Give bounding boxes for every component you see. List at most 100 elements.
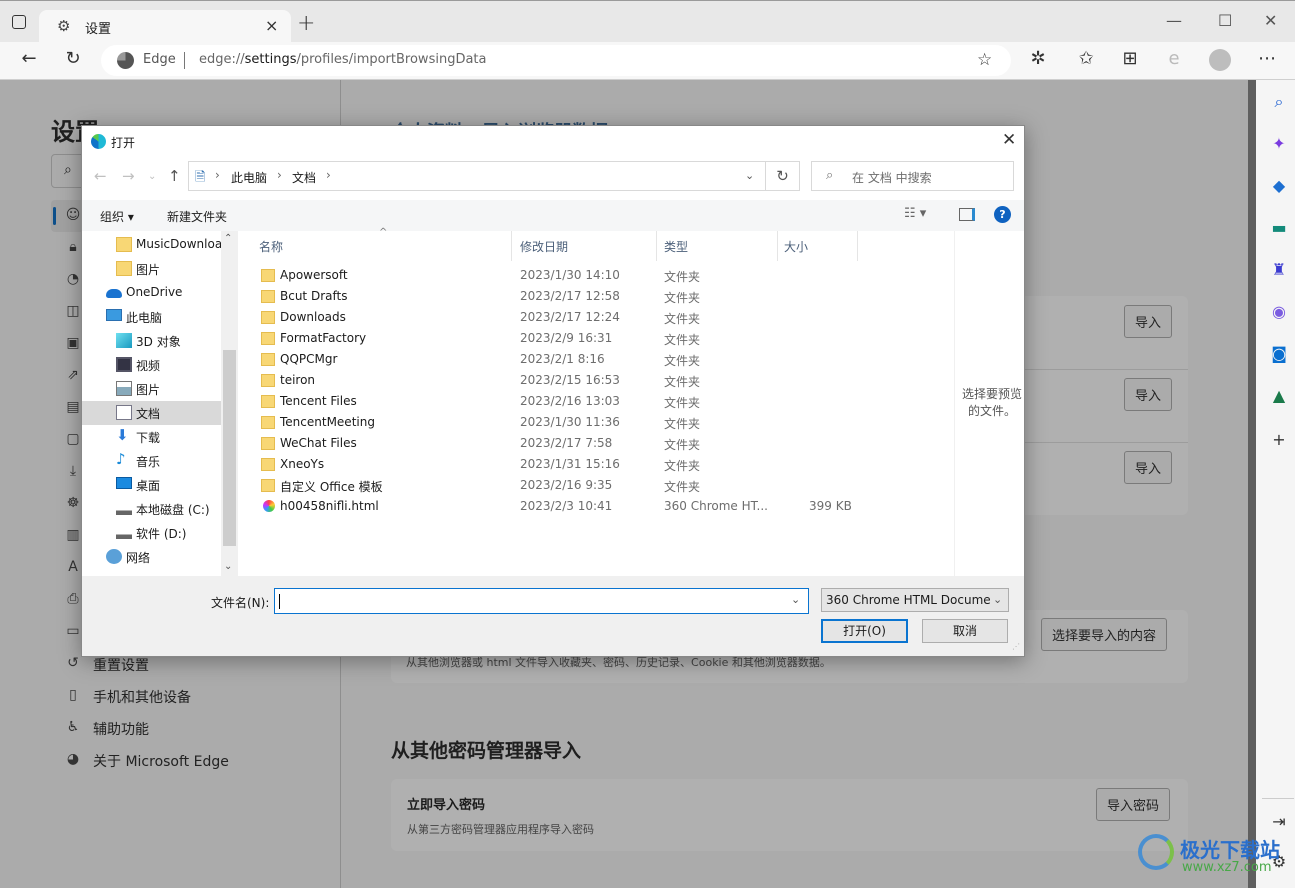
palette-icon[interactable]: ◔	[64, 271, 82, 287]
profile-icon[interactable]	[1209, 49, 1231, 71]
chevron-down-icon[interactable]: ⌄	[745, 169, 754, 182]
chevron-right-icon[interactable]: ›	[326, 168, 331, 182]
back-icon[interactable]: ←	[16, 48, 42, 69]
copilot-icon[interactable]: ✦	[1269, 134, 1289, 154]
chevron-right-icon[interactable]: ›	[277, 168, 282, 182]
refresh-icon[interactable]: ↻	[766, 161, 800, 191]
system-icon[interactable]: ▭	[64, 623, 82, 639]
share-icon[interactable]: ⇗	[64, 367, 82, 383]
nav-item[interactable]: ⬇ 下载	[82, 425, 222, 449]
column-header-date[interactable]: 修改日期	[520, 238, 568, 255]
column-divider[interactable]	[777, 231, 778, 261]
nav-item[interactable]: 视频	[82, 353, 222, 377]
file-row[interactable]: 自定义 Office 模板 2023/2/16 9:35 文件夹	[242, 475, 954, 496]
tree-icon[interactable]: ▲	[1269, 386, 1289, 406]
nav-item[interactable]: MusicDownloa	[82, 233, 222, 257]
office-icon[interactable]: ◉	[1269, 302, 1289, 322]
add-icon[interactable]: +	[1269, 430, 1289, 450]
new-tab-icon[interactable]: +	[297, 11, 315, 36]
nav-item[interactable]: 图片	[82, 257, 222, 281]
extensions-icon[interactable]: ✲	[1025, 48, 1051, 69]
sidebar-item-reset[interactable]: 重置设置	[93, 655, 149, 675]
scroll-down-icon[interactable]: ⌄	[224, 561, 232, 572]
file-row[interactable]: QQPCMgr 2023/2/1 8:16 文件夹	[242, 349, 954, 370]
more-icon[interactable]: ⋯	[1254, 48, 1280, 69]
maximize-icon[interactable]: ☐	[1218, 11, 1232, 30]
minimize-icon[interactable]: —	[1166, 11, 1182, 30]
new-folder-button[interactable]: 新建文件夹	[167, 208, 227, 225]
column-header-type[interactable]: 类型	[664, 238, 688, 255]
up-icon[interactable]: ↑	[168, 167, 181, 185]
nav-item[interactable]: 网络	[82, 545, 222, 569]
import-button[interactable]: 导入	[1124, 451, 1173, 484]
panel-icon[interactable]: ⇥	[1269, 812, 1289, 832]
window-close-icon[interactable]: ✕	[1264, 11, 1277, 30]
favorites-icon[interactable]: ✩	[1073, 48, 1099, 69]
preview-pane-icon[interactable]	[959, 208, 975, 221]
file-row[interactable]: Apowersoft 2023/1/30 14:10 文件夹	[242, 265, 954, 286]
nav-item[interactable]: ♪ 音乐	[82, 449, 222, 473]
nav-item[interactable]: 图片	[82, 377, 222, 401]
organize-button[interactable]: 组织 ▾	[100, 208, 134, 225]
nav-item[interactable]: 3D 对象	[82, 329, 222, 353]
shopping-icon[interactable]: ◆	[1269, 176, 1289, 196]
ie-mode-icon[interactable]: e	[1161, 48, 1187, 69]
edge-icon[interactable]: ◕	[64, 751, 82, 767]
lock-icon[interactable]: 🔒︎	[64, 239, 82, 255]
url-text[interactable]: edge://settings/profiles/importBrowsingD…	[199, 52, 486, 67]
games-icon[interactable]: ♜	[1269, 260, 1289, 280]
collections-icon[interactable]: ⊞	[1117, 48, 1143, 69]
printer-icon[interactable]: ⎙	[64, 591, 82, 607]
column-divider[interactable]	[511, 231, 512, 261]
refresh-icon[interactable]: ↻	[60, 48, 86, 69]
help-icon[interactable]: ?	[994, 206, 1011, 223]
nav-item[interactable]: 软件 (D:)	[82, 521, 222, 545]
add-favorite-icon[interactable]: ☆	[977, 50, 992, 70]
breadcrumb-item[interactable]: 文档	[292, 169, 316, 186]
filename-input[interactable]: ⌄	[274, 588, 809, 614]
cookies-icon[interactable]: ▤	[64, 399, 82, 415]
address-bar[interactable]: Edge edge://settings/profiles/importBrow…	[101, 45, 1011, 76]
nav-item[interactable]: 文档	[82, 401, 222, 425]
file-row[interactable]: WeChat Files 2023/2/17 7:58 文件夹	[242, 433, 954, 454]
outlook-icon[interactable]: ◙	[1269, 344, 1289, 364]
choose-import-button[interactable]: 选择要导入的内容	[1041, 618, 1168, 651]
chevron-right-icon[interactable]: ›	[215, 168, 220, 182]
scroll-up-icon[interactable]: ⌃	[224, 233, 232, 244]
file-row[interactable]: Bcut Drafts 2023/2/17 12:58 文件夹	[242, 286, 954, 307]
file-row[interactable]: XneoYs 2023/1/31 15:16 文件夹	[242, 454, 954, 475]
file-row[interactable]: teiron 2023/2/15 16:53 文件夹	[242, 370, 954, 391]
close-tab-icon[interactable]: ×	[265, 16, 278, 35]
profile-icon[interactable]: ☺	[64, 207, 82, 223]
column-divider[interactable]	[656, 231, 657, 261]
column-header-name[interactable]: 名称	[259, 238, 283, 255]
accessibility-icon[interactable]: ♿︎	[64, 719, 82, 735]
import-passwords-button[interactable]: 导入密码	[1096, 788, 1171, 821]
default-browser-icon[interactable]: ▢	[64, 431, 82, 447]
file-row[interactable]: FormatFactory 2023/2/9 16:31 文件夹	[242, 328, 954, 349]
breadcrumb-item[interactable]: 此电脑	[231, 169, 267, 186]
import-button[interactable]: 导入	[1124, 378, 1173, 411]
tab-actions-icon[interactable]	[12, 15, 26, 29]
nav-scrollbar-thumb[interactable]	[223, 350, 236, 546]
open-button[interactable]: 打开(O)	[821, 619, 908, 643]
download-icon[interactable]: ⤓	[64, 463, 82, 479]
nav-item[interactable]: 本地磁盘 (C:)	[82, 497, 222, 521]
close-dialog-icon[interactable]: ✕	[1002, 130, 1016, 150]
file-row[interactable]: h00458nifli.html 2023/2/3 10:41 360 Chrome…	[242, 496, 954, 517]
languages-icon[interactable]: A	[64, 559, 82, 575]
search-icon[interactable]: ⌕	[1269, 92, 1289, 112]
column-header-size[interactable]: 大小	[784, 238, 808, 255]
column-divider[interactable]	[857, 231, 858, 261]
nav-item[interactable]: OneDrive	[82, 281, 222, 305]
filetype-select[interactable]: 360 Chrome HTML Document ⌄	[821, 588, 1009, 612]
file-row[interactable]: TencentMeeting 2023/1/30 11:36 文件夹	[242, 412, 954, 433]
search-input[interactable]: ⌕ 在 文档 中搜索	[811, 161, 1014, 191]
nav-item[interactable]: 桌面	[82, 473, 222, 497]
phone-icon[interactable]: ▯	[64, 687, 82, 703]
recent-dropdown-icon[interactable]: ⌄	[148, 171, 156, 182]
resize-grip-icon[interactable]: ⋰	[1012, 642, 1020, 651]
nav-item[interactable]: 此电脑	[82, 305, 222, 329]
file-row[interactable]: Downloads 2023/2/17 12:24 文件夹	[242, 307, 954, 328]
sidebar-item-accessibility[interactable]: 辅助功能	[93, 719, 149, 739]
